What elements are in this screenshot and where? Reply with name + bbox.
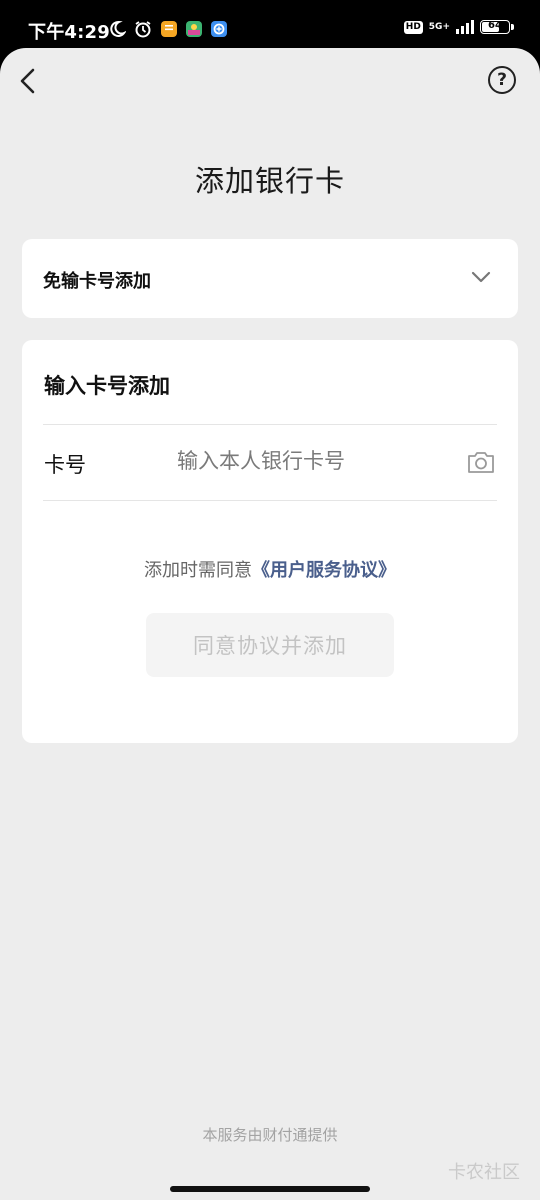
app-icon [211, 21, 227, 37]
help-icon[interactable]: ? [488, 66, 516, 94]
game-app-icon [186, 21, 202, 37]
notes-app-icon [161, 21, 177, 37]
status-time: 下午4:29 [28, 22, 110, 43]
network-type: 5G+ [428, 21, 450, 32]
watermark: 卡农社区 [448, 1162, 520, 1183]
manual-add-title: 输入卡号添加 [44, 374, 170, 398]
back-icon[interactable] [14, 64, 44, 98]
battery-icon: 64 [480, 20, 514, 34]
card-number-input[interactable] [177, 444, 437, 478]
alarm-icon [135, 21, 151, 38]
divider [43, 500, 497, 501]
hd-badge: HD [403, 20, 423, 34]
status-indicators: HD 5G+ 64 [403, 20, 514, 34]
provider-text: 本服务由财付通提供 [202, 1126, 338, 1144]
battery-level: 64 [488, 20, 502, 31]
card-number-label: 卡号 [44, 453, 86, 477]
add-bank-card-sheet: ? 添加银行卡 免输卡号添加 输入卡号添加 卡号 添加时需同意《用户服务协议》 … [0, 48, 540, 1200]
quick-add-label: 免输卡号添加 [43, 271, 151, 292]
quick-add-row[interactable]: 免输卡号添加 [22, 239, 518, 318]
divider [43, 424, 497, 425]
agreement-prefix: 添加时需同意 [144, 560, 252, 581]
home-indicator[interactable] [170, 1186, 370, 1192]
chevron-down-icon [471, 271, 491, 283]
manual-add-card: 输入卡号添加 卡号 添加时需同意《用户服务协议》 同意协议并添加 [22, 340, 518, 743]
agree-and-add-button[interactable]: 同意协议并添加 [146, 613, 394, 677]
moon-icon [110, 20, 126, 37]
agreement-text: 添加时需同意《用户服务协议》 [22, 556, 518, 582]
signal-icon [456, 20, 474, 34]
user-service-agreement-link[interactable]: 《用户服务协议》 [252, 560, 396, 581]
camera-icon[interactable] [466, 449, 496, 475]
page-title: 添加银行卡 [194, 164, 345, 198]
